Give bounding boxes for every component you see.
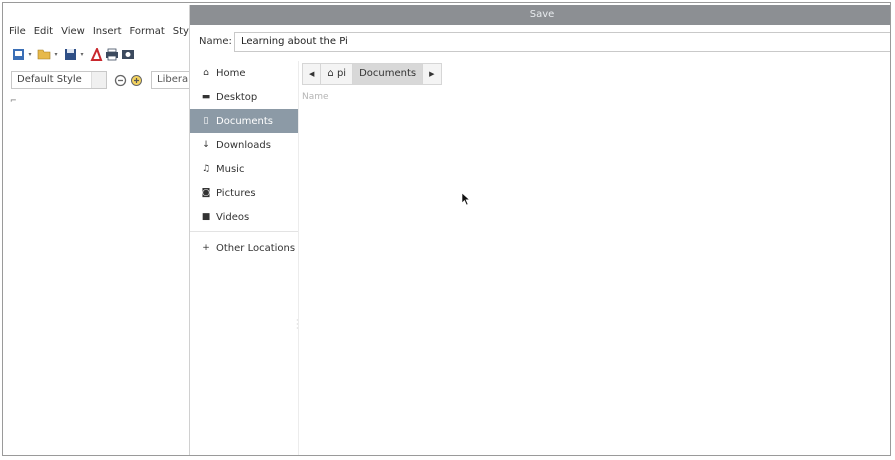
pane-divider[interactable] bbox=[298, 61, 299, 455]
export-pdf-icon[interactable] bbox=[89, 47, 103, 61]
chevron-down-icon[interactable]: ▾ bbox=[27, 51, 33, 58]
paragraph-style-value: Default Style bbox=[17, 74, 82, 85]
sidebar-item-label: Other Locations bbox=[216, 242, 296, 254]
dialog-title: Save bbox=[190, 5, 890, 25]
music-icon: ♫ bbox=[201, 164, 211, 174]
sidebar-item-other-locations[interactable]: + Other Locations bbox=[190, 236, 298, 260]
chevron-down-icon[interactable] bbox=[91, 72, 106, 88]
menu-insert[interactable]: Insert bbox=[93, 26, 122, 37]
formatting-toolbar: Default Style Libera bbox=[11, 70, 191, 90]
path-crumb-pi[interactable]: ⌂ pi bbox=[321, 64, 354, 84]
save-icon[interactable] bbox=[63, 47, 77, 61]
filename-row: Name: Learning about the Pi bbox=[190, 32, 890, 54]
chevron-down-icon[interactable]: ▾ bbox=[53, 51, 59, 58]
path-bar: ◀ ⌂ pi Documents ▶ bbox=[302, 63, 442, 85]
sidebar-item-desktop[interactable]: ▬ Desktop bbox=[190, 85, 298, 109]
save-dialog: Save Name: Learning about the Pi ⌂ Home … bbox=[189, 5, 890, 455]
print-icon[interactable] bbox=[105, 47, 119, 61]
places-sidebar: ⌂ Home ▬ Desktop ▯ Documents ↓ Downloads… bbox=[190, 61, 298, 260]
document-icon: ▯ bbox=[203, 116, 209, 126]
new-doc-icon[interactable] bbox=[11, 47, 25, 61]
path-crumb-documents[interactable]: Documents bbox=[353, 64, 424, 84]
home-icon: ⌂ bbox=[327, 68, 334, 79]
filename-label: Name: bbox=[199, 36, 232, 47]
camera-icon: ◙ bbox=[201, 188, 211, 198]
standard-toolbar: ▾ ▾ ▾ bbox=[11, 45, 137, 63]
download-icon: ↓ bbox=[202, 140, 210, 150]
folder-icon: ▬ bbox=[201, 92, 211, 102]
sidebar-item-music[interactable]: ♫ Music bbox=[190, 157, 298, 181]
home-icon: ⌂ bbox=[203, 68, 209, 78]
screen-frame: File Edit View Insert Format Styl ▾ ▾ ▾ Defau… bbox=[2, 2, 891, 456]
menu-edit[interactable]: Edit bbox=[34, 26, 53, 37]
filename-input[interactable]: Learning about the Pi bbox=[234, 32, 890, 52]
sidebar-item-pictures[interactable]: ◙ Pictures bbox=[190, 181, 298, 205]
menu-view[interactable]: View bbox=[61, 26, 85, 37]
menu-format[interactable]: Format bbox=[130, 26, 165, 37]
path-forward-button[interactable]: ▶ bbox=[423, 64, 440, 84]
sidebar-item-downloads[interactable]: ↓ Downloads bbox=[190, 133, 298, 157]
menu-file[interactable]: File bbox=[9, 26, 26, 37]
sidebar-divider bbox=[190, 231, 298, 232]
sidebar-item-documents[interactable]: ▯ Documents bbox=[190, 109, 298, 133]
sidebar-item-label: Home bbox=[216, 67, 246, 79]
sidebar-item-label: Pictures bbox=[216, 187, 256, 199]
print-preview-icon[interactable] bbox=[121, 47, 135, 61]
sidebar-item-label: Videos bbox=[216, 211, 250, 223]
video-icon: ■ bbox=[201, 212, 211, 222]
new-style-icon[interactable] bbox=[129, 73, 143, 87]
sidebar-item-label: Desktop bbox=[216, 91, 258, 103]
open-folder-icon[interactable] bbox=[37, 47, 51, 61]
resize-grip-icon[interactable]: · · · bbox=[296, 317, 299, 333]
chevron-down-icon[interactable]: ▾ bbox=[79, 51, 85, 58]
text-cursor-mark: ⌐ bbox=[10, 96, 17, 105]
sidebar-item-videos[interactable]: ■ Videos bbox=[190, 205, 298, 229]
plus-icon: + bbox=[202, 243, 210, 253]
paragraph-style-select[interactable]: Default Style bbox=[11, 71, 107, 89]
column-header-name[interactable]: Name bbox=[302, 92, 329, 102]
path-crumb-label: pi bbox=[336, 68, 347, 79]
sidebar-item-label: Music bbox=[216, 163, 245, 175]
menu-bar: File Edit View Insert Format Styl bbox=[9, 26, 200, 37]
sidebar-item-label: Documents bbox=[216, 115, 274, 127]
font-name-select[interactable]: Libera bbox=[151, 71, 191, 89]
mouse-pointer-icon bbox=[461, 191, 471, 206]
path-back-button[interactable]: ◀ bbox=[303, 64, 322, 84]
update-style-icon[interactable] bbox=[113, 73, 127, 87]
sidebar-item-label: Downloads bbox=[216, 139, 271, 151]
sidebar-item-home[interactable]: ⌂ Home bbox=[190, 61, 298, 85]
